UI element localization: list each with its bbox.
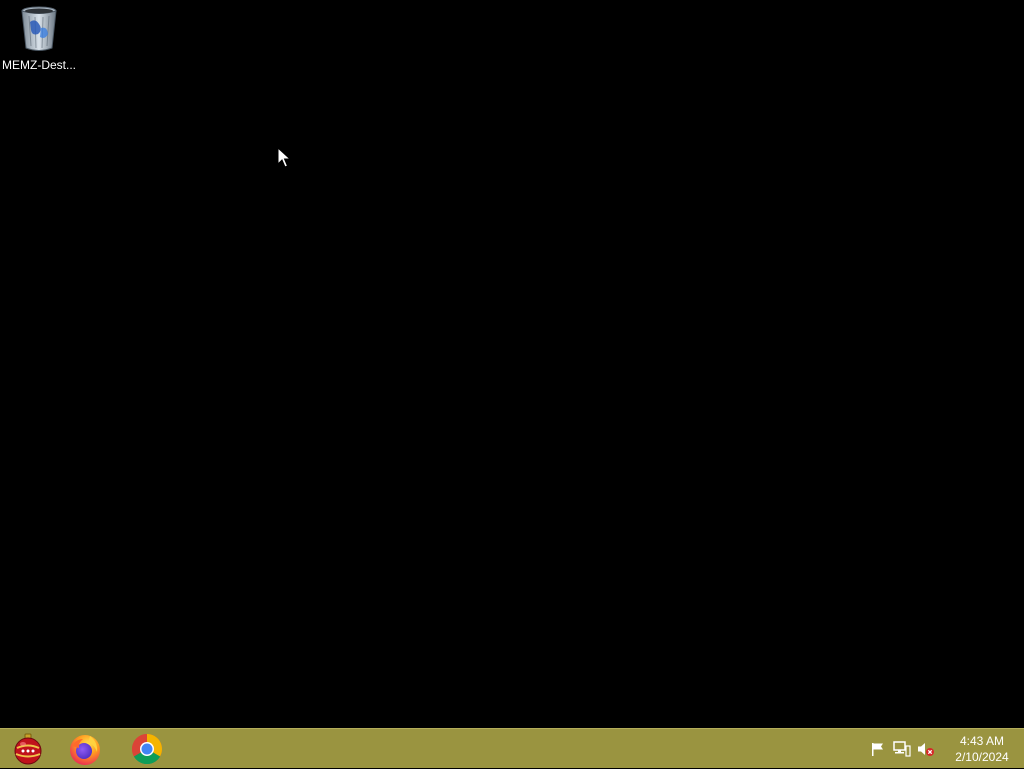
- start-button[interactable]: [0, 731, 56, 767]
- system-tray: 4:43 AM 2/10/2024: [866, 729, 1024, 769]
- recycle-bin-icon: [21, 6, 57, 51]
- network-status-button[interactable]: [890, 737, 914, 761]
- volume-muted-icon: [918, 743, 934, 756]
- taskbar-chrome-button[interactable]: [119, 731, 175, 767]
- clock-time: 4:43 AM: [959, 734, 1005, 748]
- taskbar-clock[interactable]: 4:43 AM 2/10/2024: [942, 733, 1022, 765]
- firefox-icon: [70, 735, 100, 765]
- taskbar: 4:43 AM 2/10/2024: [0, 728, 1024, 768]
- desktop[interactable]: MEMZ-Dest...: [0, 0, 1024, 728]
- flag-icon: [872, 743, 883, 756]
- christmas-ornament-icon: [14, 733, 42, 765]
- action-center-flag-button[interactable]: [866, 737, 890, 761]
- chrome-icon: [132, 734, 163, 765]
- network-icon: [893, 741, 911, 757]
- volume-button[interactable]: [914, 737, 938, 761]
- mouse-pointer-icon: [277, 147, 291, 168]
- clock-date: 2/10/2024: [955, 750, 1009, 764]
- desktop-icon-memz-destructive[interactable]: MEMZ-Dest...: [2, 4, 76, 74]
- taskbar-firefox-button[interactable]: [57, 731, 113, 767]
- desktop-icon-label: MEMZ-Dest...: [2, 58, 76, 72]
